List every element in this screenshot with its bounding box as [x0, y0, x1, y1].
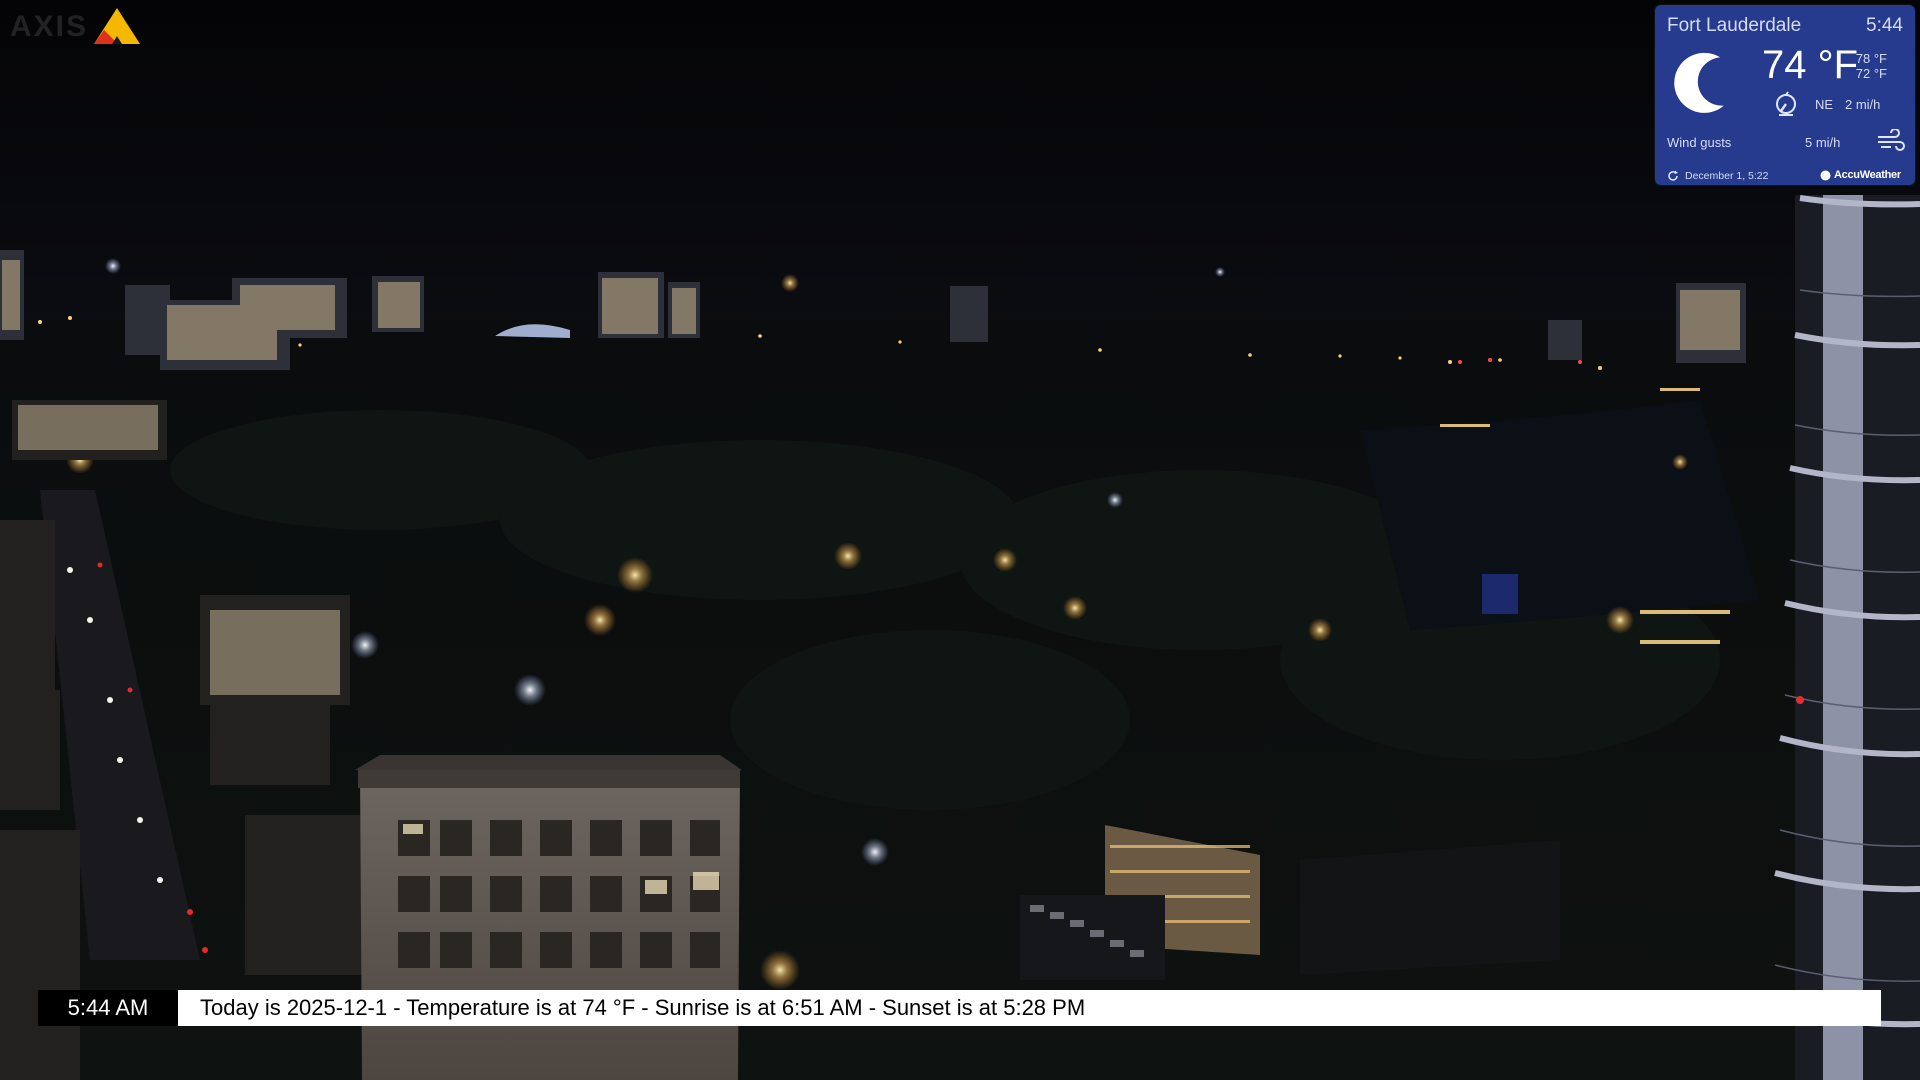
weather-high: 78 °F — [1855, 51, 1887, 66]
camera-brand-text: AXIS — [10, 10, 89, 43]
weather-time: 5:44 — [1866, 15, 1903, 36]
weather-widget: Fort Lauderdale 5:44 74 °F 78 °F 72 °F N… — [1655, 5, 1915, 185]
axis-triangle-icon — [94, 8, 140, 44]
wind-gusts-value: 5 mi/h — [1805, 135, 1841, 150]
ticker-clock: 5:44 AM — [38, 990, 178, 1026]
webcam-night-city-image — [0, 0, 1920, 1080]
wind-gusts-label: Wind gusts — [1667, 135, 1732, 150]
wind-direction: NE — [1815, 97, 1834, 112]
camera-brand-logo: AXIS — [6, 4, 140, 44]
weather-updated-date: December 1, 5:22 — [1685, 170, 1769, 182]
weather-provider: AccuWeather — [1834, 169, 1901, 181]
weather-temperature: 74 °F — [1762, 43, 1859, 87]
accuweather-sun-icon — [1820, 170, 1831, 181]
wind-direction-icon — [1776, 91, 1796, 116]
moon-crescent-icon — [1674, 52, 1724, 113]
wind-gusts-icon — [1878, 129, 1905, 151]
ticker-message: Today is 2025-12-1 - Temperature is at 7… — [200, 995, 1086, 1020]
weather-low: 72 °F — [1855, 66, 1887, 81]
weather-city: Fort Lauderdale — [1667, 15, 1802, 36]
wind-speed: 2 mi/h — [1845, 97, 1881, 112]
refresh-icon — [1668, 170, 1678, 181]
weather-high-low: 78 °F 72 °F — [1856, 51, 1887, 81]
info-ticker: 5:44 AM Today is 2025-12-1 - Temperature… — [38, 990, 1881, 1026]
